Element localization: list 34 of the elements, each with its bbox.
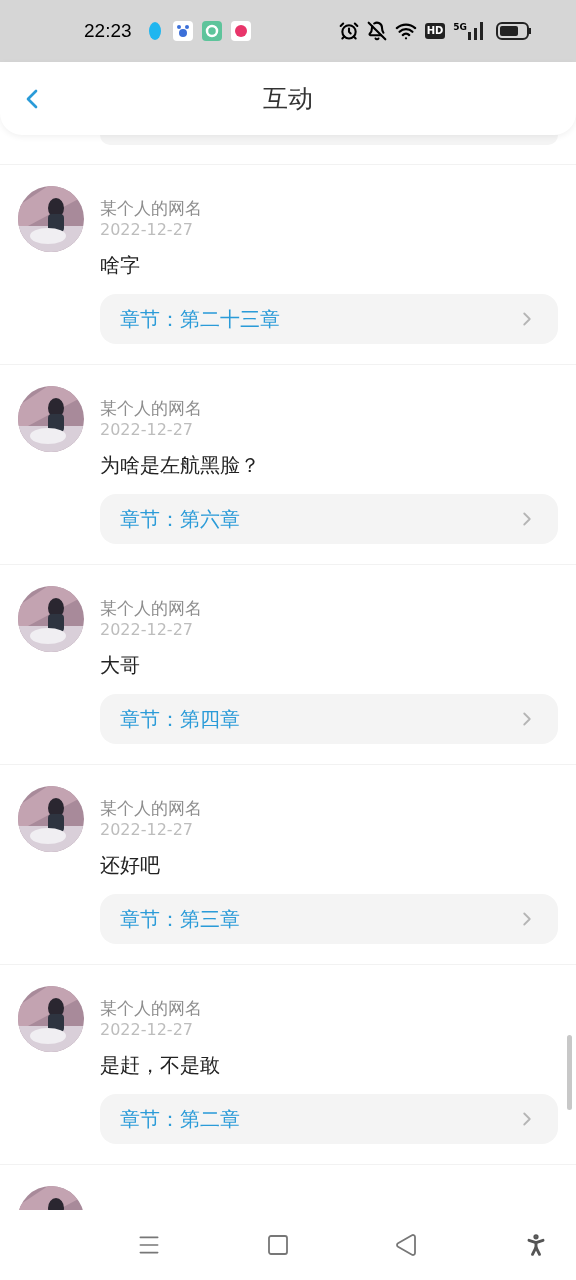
hd-badge: HD <box>424 23 446 39</box>
network-label: 5G <box>453 22 467 32</box>
signal-icon <box>468 22 484 40</box>
comment-text: 还好吧 <box>100 852 161 878</box>
user-name: 某个人的网名 <box>100 198 203 218</box>
chapter-link[interactable]: 章节：第二章 <box>100 1094 558 1144</box>
comment-date: 2022-12-27 <box>100 220 194 240</box>
comment-text: 是赶，不是敢 <box>100 1052 221 1078</box>
comment-date: 2022-12-27 <box>100 1020 194 1040</box>
comment-date: 2022-12-27 <box>100 420 194 440</box>
back-triangle-icon[interactable] <box>394 1233 418 1257</box>
alarm-icon <box>338 21 359 41</box>
ring-icon <box>201 21 222 41</box>
battery-icon <box>496 22 532 40</box>
status-time: 22:23 <box>84 18 132 43</box>
chapter-link[interactable]: 章节：第六章 <box>100 494 558 544</box>
paw-icon <box>172 21 193 41</box>
user-name: 某个人的网名 <box>100 798 203 818</box>
comment-text: 啥字 <box>100 252 141 278</box>
chapter-link[interactable]: 章节：第二十三章 <box>100 294 558 344</box>
user-name: 某个人的网名 <box>100 998 203 1018</box>
comment-text: 大哥 <box>100 652 141 678</box>
comment-text: 为啥是左航黑脸？ <box>100 452 261 478</box>
home-icon[interactable] <box>266 1233 290 1257</box>
scrollbar-icon <box>567 1035 572 1110</box>
wifi-icon <box>394 20 417 42</box>
user-name: 某个人的网名 <box>100 398 203 418</box>
chapter-link[interactable]: 章节：第四章 <box>100 694 558 744</box>
comment-date: 2022-12-27 <box>100 820 194 840</box>
bell-off-icon <box>366 21 387 41</box>
page-title: 互动 <box>263 82 313 115</box>
chapter-link[interactable]: 章节：第三章 <box>100 894 558 944</box>
comment-date: 2022-12-27 <box>100 620 194 640</box>
user-name: 某个人的网名 <box>100 598 203 618</box>
